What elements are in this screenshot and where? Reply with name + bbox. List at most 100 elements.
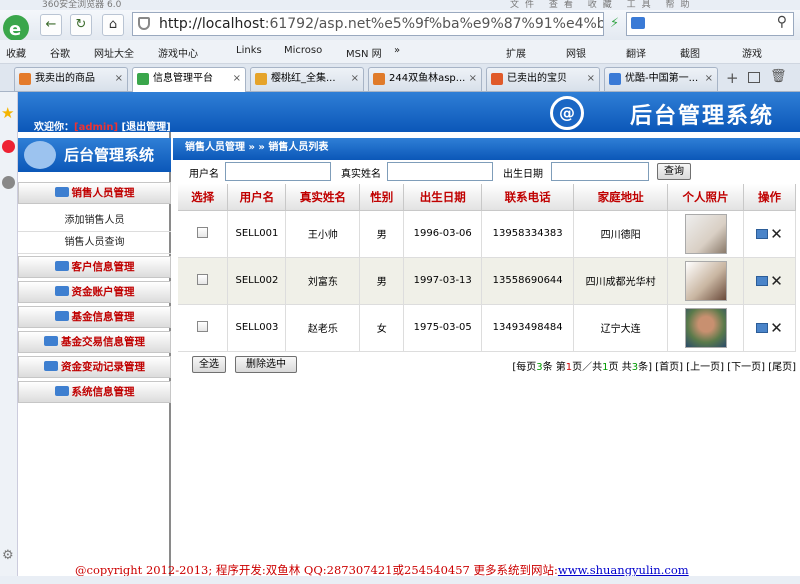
bookmark-favorites[interactable]: 收藏 bbox=[6, 45, 26, 60]
tab-1[interactable]: 信息管理平台 × bbox=[132, 67, 246, 92]
birth-input[interactable] bbox=[551, 162, 649, 181]
cell-phone: 13958334383 bbox=[481, 210, 575, 258]
edit-icon[interactable] bbox=[756, 322, 769, 333]
gear-icon[interactable]: ⚙ bbox=[2, 548, 14, 563]
row-checkbox[interactable] bbox=[197, 320, 209, 332]
screenshot-button[interactable]: 截图 bbox=[680, 45, 700, 60]
back-icon[interactable]: ← bbox=[40, 14, 62, 36]
search-icon[interactable]: ⚲ bbox=[777, 14, 787, 30]
tab-3[interactable]: 244双鱼林asp... × bbox=[368, 67, 482, 91]
bookmark-microsoft[interactable]: Microso bbox=[284, 45, 322, 56]
bookmark-games[interactable]: 游戏中心 bbox=[158, 45, 198, 60]
star-icon[interactable]: ★ bbox=[1, 104, 14, 122]
close-icon[interactable]: × bbox=[587, 68, 595, 90]
close-icon[interactable]: × bbox=[233, 68, 241, 90]
sidebar-item-fund-trades[interactable]: 基金交易信息管理 bbox=[18, 331, 171, 353]
realname-input[interactable] bbox=[387, 162, 493, 181]
delete-icon[interactable]: ✕ bbox=[770, 225, 783, 243]
sidebar-subitem-query-sales[interactable]: 销售人员查询 bbox=[18, 232, 171, 254]
select-all-button[interactable]: 全选 bbox=[192, 356, 226, 373]
sidebar-item-sales-staff[interactable]: 销售人员管理 bbox=[18, 182, 171, 204]
tab-4[interactable]: 已卖出的宝贝 × bbox=[486, 67, 600, 91]
refresh-icon[interactable]: ↻ bbox=[70, 14, 92, 36]
row-checkbox[interactable] bbox=[197, 226, 209, 238]
column-header: 性别 bbox=[359, 184, 405, 211]
browser-menu[interactable]: 文件 查看 收藏 工具 帮助 bbox=[510, 0, 695, 10]
bookmark-links[interactable]: Links bbox=[236, 45, 262, 56]
close-icon[interactable]: × bbox=[469, 68, 477, 90]
restore-tabs-icon[interactable] bbox=[748, 72, 760, 83]
cell-realname: 王小帅 bbox=[285, 210, 361, 258]
menu-icon bbox=[54, 286, 69, 296]
games-button[interactable]: 游戏 bbox=[742, 45, 762, 60]
tab-label: 优酷-中国第一... bbox=[625, 73, 699, 84]
browser-title-bar: 360安全浏览器 6.0 文件 查看 收藏 工具 帮助 bbox=[0, 0, 800, 10]
cell-realname: 赵老乐 bbox=[285, 304, 361, 352]
home-icon[interactable]: ⌂ bbox=[102, 14, 124, 36]
search-input[interactable]: ⚲ bbox=[626, 12, 794, 36]
cell-address: 四川德阳 bbox=[573, 210, 669, 258]
bank-button[interactable]: 网银 bbox=[566, 45, 586, 60]
last-page-link[interactable]: [尾页] bbox=[768, 362, 796, 373]
weibo-icon[interactable] bbox=[2, 140, 15, 153]
sidebar-title: 后台管理系统 bbox=[64, 146, 155, 164]
translate-button[interactable]: 翻译 bbox=[626, 45, 646, 60]
sidebar-item-label: 系统信息管理 bbox=[71, 386, 135, 398]
app-icon[interactable] bbox=[2, 176, 15, 189]
prev-page-link[interactable]: [上一页] bbox=[686, 362, 724, 373]
tab-5[interactable]: 优酷-中国第一... × bbox=[604, 67, 718, 91]
extensions-button[interactable]: 扩展 bbox=[506, 45, 526, 60]
trash-icon[interactable]: 🗑 bbox=[770, 69, 787, 84]
tab-0[interactable]: 我卖出的商品 × bbox=[14, 67, 128, 91]
address-bar[interactable]: http://localhost:61792/asp.net%e5%9f%ba%… bbox=[132, 12, 604, 36]
footer-link[interactable]: www.shuangyulin.com bbox=[558, 563, 689, 577]
search-engine-icon[interactable] bbox=[631, 17, 645, 29]
lightning-icon[interactable]: ⚡ bbox=[610, 16, 619, 31]
first-page-link[interactable]: [首页] bbox=[655, 362, 683, 373]
query-button[interactable]: 查询 bbox=[657, 163, 691, 180]
address-host: http://localhost bbox=[159, 16, 265, 32]
page-header: 欢迎你：[admin] [退出管理] @ 后台管理系统 bbox=[18, 92, 800, 133]
sidebar-item-customers[interactable]: 客户信息管理 bbox=[18, 256, 171, 278]
browser-sidebar: ★ ⚙ bbox=[0, 92, 18, 584]
pager-text: 页 共 bbox=[608, 362, 632, 373]
sidebar-item-funds[interactable]: 基金信息管理 bbox=[18, 306, 171, 328]
delete-icon[interactable]: ✕ bbox=[770, 319, 783, 337]
globe-icon bbox=[24, 141, 56, 169]
close-icon[interactable]: × bbox=[351, 68, 359, 90]
tab-2[interactable]: 樱桃红_全集... × bbox=[250, 67, 364, 91]
pager-info: [每页3条 第1页／共1页 共3条] [首页] [上一页] [下一页] [尾页] bbox=[512, 358, 796, 373]
next-page-link[interactable]: [下一页] bbox=[727, 362, 765, 373]
close-icon[interactable]: × bbox=[705, 68, 713, 90]
username-input[interactable] bbox=[225, 162, 331, 181]
edit-icon[interactable] bbox=[756, 228, 769, 239]
tab-favicon-icon bbox=[19, 73, 31, 85]
bookmarks-more[interactable]: » bbox=[394, 45, 400, 56]
sidebar-item-fund-changes[interactable]: 资金变动记录管理 bbox=[18, 356, 171, 378]
menu-icon bbox=[44, 361, 58, 371]
username-label: 用户名 bbox=[189, 169, 219, 180]
birth-label: 出生日期 bbox=[503, 169, 543, 180]
window-title: 360安全浏览器 6.0 bbox=[42, 0, 122, 10]
cell-username: SELL002 bbox=[227, 257, 287, 305]
close-icon[interactable]: × bbox=[115, 68, 123, 90]
bookmark-msn[interactable]: MSN 网 bbox=[346, 45, 382, 60]
delete-selected-button[interactable]: 删除选中 bbox=[235, 356, 297, 373]
column-header: 操作 bbox=[743, 184, 797, 211]
shield-icon[interactable] bbox=[138, 17, 150, 30]
row-checkbox[interactable] bbox=[197, 273, 209, 285]
sidebar-item-system[interactable]: 系统信息管理 bbox=[18, 381, 171, 403]
bookmark-google[interactable]: 谷歌 bbox=[50, 45, 70, 60]
pager-text: [每页 bbox=[512, 362, 537, 373]
new-tab-icon[interactable]: + bbox=[726, 69, 739, 87]
bookmark-hao123[interactable]: 网址大全 bbox=[94, 45, 134, 60]
pager-text: 条 第 bbox=[542, 362, 566, 373]
delete-icon[interactable]: ✕ bbox=[770, 272, 783, 290]
cell-birth: 1997-03-13 bbox=[403, 257, 483, 305]
edit-icon[interactable] bbox=[756, 275, 769, 286]
sidebar-item-accounts[interactable]: 资金账户管理 bbox=[18, 281, 171, 303]
sidebar-item-label: 销售人员管理 bbox=[71, 187, 135, 199]
sales-staff-table: 选择 用户名 真实姓名 性别 出生日期 联系电话 家庭地址 个人照片 操作 SE… bbox=[178, 184, 797, 352]
tab-favicon-icon bbox=[609, 73, 621, 85]
sidebar-subitem-add-sales[interactable]: 添加销售人员 bbox=[18, 210, 171, 232]
